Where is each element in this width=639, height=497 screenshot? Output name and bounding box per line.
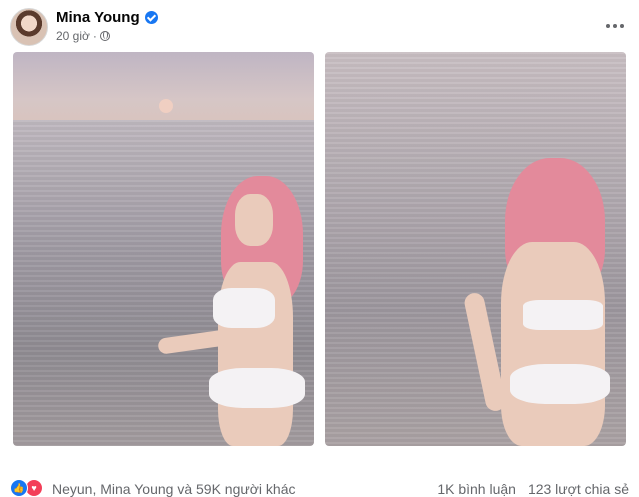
globe-icon[interactable]: [99, 31, 110, 41]
post-meta: 20 giờ ·: [56, 29, 110, 43]
figure-bottom: [209, 368, 305, 408]
reaction-icons[interactable]: 👍 ♥: [10, 479, 43, 497]
figure-top: [213, 288, 275, 328]
figure-top: [523, 300, 603, 330]
like-icon: 👍: [10, 479, 28, 497]
meta-separator: ·: [92, 29, 97, 43]
more-dot: [620, 24, 624, 28]
sun: [159, 99, 173, 113]
figure-face: [235, 194, 273, 246]
engagement-counts: 1K bình luận 123 lượt chia sẻ: [437, 481, 629, 497]
avatar[interactable]: [10, 8, 48, 46]
figure-bottom: [510, 364, 610, 404]
comments-count[interactable]: 1K bình luận: [437, 481, 516, 497]
post-photo-2[interactable]: [325, 52, 626, 446]
author-row: Mina Young: [56, 9, 158, 26]
post-footer: 👍 ♥ Neyun, Mina Young và 59K người khác …: [10, 476, 629, 497]
reactions-summary[interactable]: Neyun, Mina Young và 59K người khác: [52, 481, 296, 497]
more-dot: [613, 24, 617, 28]
post-photo-1[interactable]: [13, 52, 314, 446]
figure-back: [501, 242, 605, 446]
post-time[interactable]: 20 giờ: [56, 29, 90, 43]
author-name[interactable]: Mina Young: [56, 9, 140, 26]
verified-badge-icon: [144, 11, 158, 24]
post-header: Mina Young 20 giờ ·: [10, 8, 629, 48]
shares-count[interactable]: 123 lượt chia sẻ: [528, 481, 629, 497]
more-options-button[interactable]: [603, 14, 627, 38]
more-dot: [606, 24, 610, 28]
